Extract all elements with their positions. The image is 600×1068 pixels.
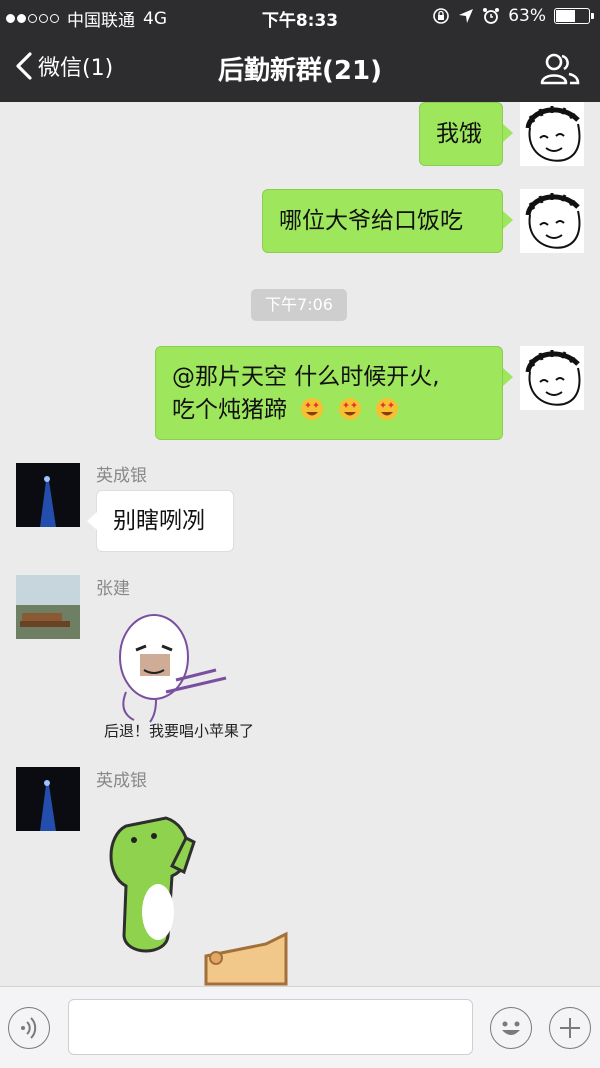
chat-area[interactable]: 我饿 哪位大爷给口饭吃 下午7:06 @那片天空 什么时候开火, 吃个炖猪蹄 英…	[0, 102, 600, 986]
user-avatar[interactable]	[16, 463, 80, 527]
sender-name: 张建	[96, 579, 130, 599]
alarm-icon	[483, 8, 500, 24]
star-struck-emoji-icon	[375, 398, 398, 420]
message-bubble[interactable]: 别瞎咧冽	[96, 490, 234, 552]
voice-icon	[21, 1017, 37, 1039]
location-arrow-icon	[459, 9, 474, 23]
user-avatar[interactable]	[16, 575, 80, 639]
timestamp-badge: 下午7:06	[251, 289, 347, 321]
chat-title: 后勤新群(21)	[218, 56, 382, 86]
sticker-message[interactable]: 后退！我要唱小苹果了	[96, 602, 256, 742]
battery-percent: 63%	[508, 6, 546, 26]
green-dog-sticker-icon	[109, 816, 288, 986]
input-bar	[0, 986, 600, 1068]
bubble-tail	[87, 512, 97, 530]
message-bubble[interactable]: 哪位大爷给口饭吃	[262, 189, 503, 253]
message-input[interactable]	[68, 999, 473, 1055]
sticker-message[interactable]	[96, 806, 296, 986]
battery-icon	[554, 8, 594, 24]
sender-name: 英成银	[96, 466, 147, 486]
message-text-line2-text: 吃个炖猪蹄	[172, 397, 287, 423]
message-text-line2: 吃个炖猪蹄	[172, 394, 486, 427]
message-text: 哪位大爷给口饭吃	[279, 208, 463, 234]
plus-button[interactable]	[549, 1007, 591, 1049]
star-struck-emoji-icon	[301, 398, 324, 420]
message-text: 我饿	[436, 121, 482, 147]
message-bubble[interactable]: 我饿	[419, 102, 503, 166]
emoji-icon	[502, 1021, 520, 1035]
status-bar: 中国联通 4G 下午8:33 63%	[0, 0, 600, 34]
sender-name: 英成银	[96, 771, 147, 791]
message-text-line1: @那片天空 什么时候开火,	[172, 364, 440, 390]
status-right: 63%	[432, 6, 594, 26]
rotation-lock-icon	[433, 8, 450, 24]
plus-icon	[560, 1018, 580, 1038]
group-members-icon[interactable]	[540, 52, 580, 86]
message-text: 别瞎咧冽	[113, 508, 205, 534]
bubble-tail	[503, 368, 513, 386]
nav-bar: 微信(1) 后勤新群(21)	[0, 34, 600, 102]
my-avatar[interactable]	[520, 102, 584, 166]
my-avatar[interactable]	[520, 189, 584, 253]
user-avatar[interactable]	[16, 767, 80, 831]
star-struck-emoji-icon	[338, 398, 361, 420]
emoji-button[interactable]	[490, 1007, 532, 1049]
bubble-tail	[503, 124, 513, 142]
message-bubble[interactable]: @那片天空 什么时候开火, 吃个炖猪蹄	[155, 346, 503, 440]
voice-button[interactable]	[8, 1007, 50, 1049]
sticker-caption: 后退！我要唱小苹果了	[104, 722, 255, 740]
bubble-tail	[503, 211, 513, 229]
my-avatar[interactable]	[520, 346, 584, 410]
